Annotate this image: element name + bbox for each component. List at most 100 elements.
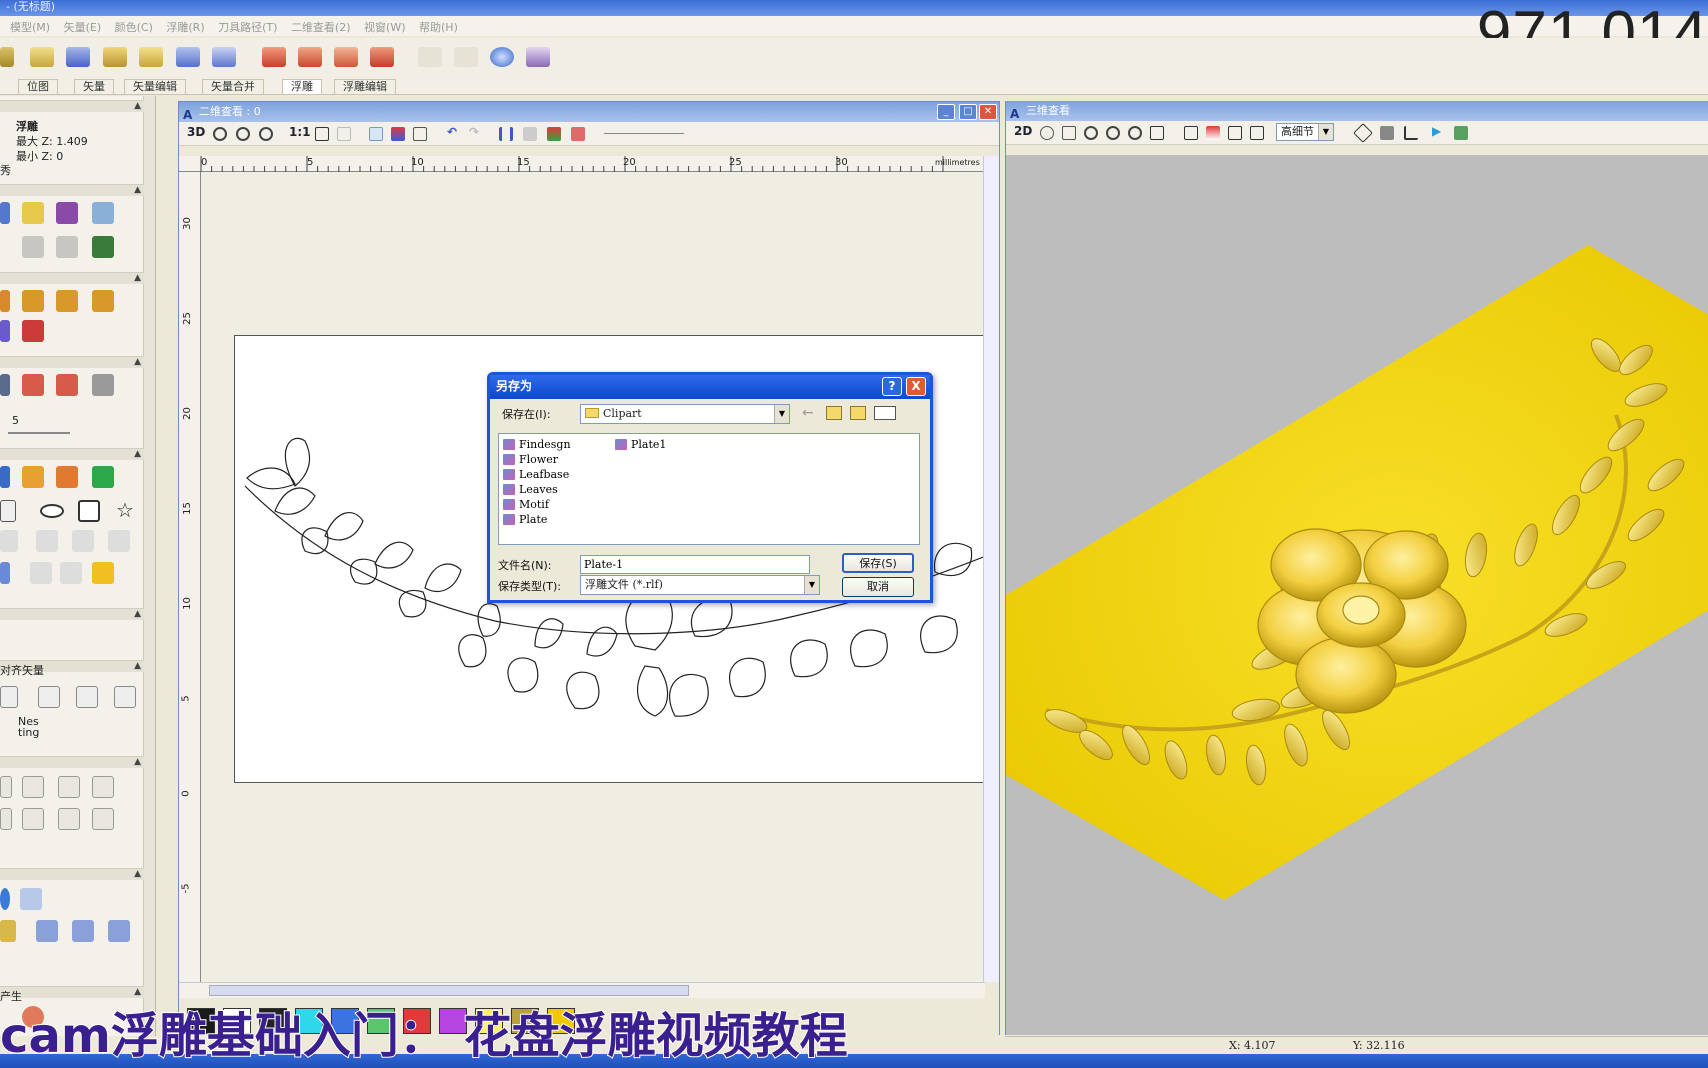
filetype-select[interactable]: 浮雕文件 (*.rlf) ▼ — [580, 575, 820, 595]
extrude-icon[interactable] — [139, 47, 163, 67]
align-center-icon[interactable] — [38, 686, 60, 708]
file-item[interactable]: Motif — [503, 498, 549, 511]
nesting-label[interactable]: Nes ting — [18, 716, 39, 738]
fit-icon[interactable] — [1150, 126, 1164, 140]
shape-op-icon[interactable] — [0, 808, 12, 830]
zoom-in-icon[interactable] — [213, 127, 227, 141]
help-button[interactable]: ? — [882, 377, 902, 396]
bitmap-icon[interactable] — [92, 202, 114, 224]
fit-page-icon[interactable] — [315, 127, 329, 141]
bevel-icon[interactable] — [30, 47, 54, 67]
up-folder-icon[interactable] — [826, 406, 842, 420]
pen-icon[interactable] — [22, 374, 44, 396]
file-item[interactable]: Plate1 — [615, 438, 666, 451]
relief-op-icon[interactable] — [22, 290, 44, 312]
zoom-window-icon[interactable] — [259, 127, 273, 141]
toolpath-icon[interactable] — [0, 888, 10, 910]
zoom-window-icon[interactable] — [1128, 126, 1142, 140]
shape-op-icon[interactable] — [92, 808, 114, 830]
curve-icon[interactable] — [36, 530, 58, 552]
relief-clipart-icon[interactable] — [526, 47, 550, 67]
shape-op-icon[interactable] — [58, 808, 80, 830]
add-node-icon[interactable] — [92, 466, 114, 488]
menu-model[interactable]: 模型(M) — [10, 19, 50, 35]
simulate-icon[interactable] — [1454, 126, 1468, 140]
curve-icon[interactable] — [72, 530, 94, 552]
shape-op-icon[interactable] — [22, 776, 44, 798]
close-button[interactable]: ✕ — [979, 104, 997, 120]
face-icon[interactable] — [56, 202, 78, 224]
shape-op-icon[interactable] — [92, 776, 114, 798]
paste-icon[interactable] — [56, 236, 78, 258]
save-button[interactable]: 保存(S) — [842, 553, 914, 573]
relief-op-icon[interactable] — [0, 320, 10, 342]
plane-icon[interactable] — [66, 47, 90, 67]
text-tool-icon[interactable] — [56, 466, 78, 488]
file-item[interactable]: Findesgn — [503, 438, 571, 451]
cancel-button[interactable]: 取消 — [842, 577, 914, 597]
maximize-button[interactable]: □ — [959, 104, 977, 120]
dialog-close-button[interactable]: X — [906, 377, 926, 396]
menu-relief[interactable]: 浮雕(R) — [166, 19, 204, 35]
switch-2d-button[interactable]: 2D — [1014, 124, 1032, 138]
transform-icon[interactable] — [0, 466, 10, 488]
save-in-select[interactable]: Clipart ▼ — [580, 404, 790, 424]
rotate-icon[interactable] — [1040, 126, 1054, 140]
menu-window[interactable]: 视窗(W) — [364, 19, 405, 35]
toolpath-icon[interactable] — [36, 920, 58, 942]
view-menu-icon[interactable] — [874, 406, 896, 420]
file-item[interactable]: Leafbase — [503, 468, 569, 481]
texture-icon[interactable] — [334, 47, 358, 67]
guideline-icon[interactable] — [547, 127, 561, 141]
section-header[interactable]: ▲ — [0, 100, 144, 112]
file-item[interactable]: Leaves — [503, 483, 558, 496]
toolpath-icon[interactable] — [72, 920, 94, 942]
scroll-thumb[interactable] — [209, 985, 689, 996]
vertical-scrollbar[interactable] — [983, 156, 999, 982]
back-icon[interactable]: ← — [802, 405, 814, 421]
curve-icon[interactable] — [108, 530, 130, 552]
tab-vector-merge[interactable]: 矢量合并 — [202, 79, 264, 94]
star-icon[interactable]: ☆ — [116, 498, 134, 522]
tab-bitmap[interactable]: 位图 — [18, 79, 58, 94]
section-header[interactable]: ▲ — [0, 608, 144, 620]
menu-help[interactable]: 帮助(H) — [419, 19, 458, 35]
eraser-icon[interactable] — [56, 374, 78, 396]
tab-relief[interactable]: 浮雕 — [282, 79, 322, 94]
globe-icon[interactable] — [490, 47, 514, 67]
tab-relief-edit[interactable]: 浮雕编辑 — [334, 79, 396, 94]
image-icon[interactable] — [22, 202, 44, 224]
minimize-button[interactable]: _ — [937, 104, 955, 120]
menu-color[interactable]: 颜色(C) — [115, 19, 153, 35]
section-header[interactable]: ▲ — [0, 272, 144, 284]
fill-icon[interactable] — [92, 374, 114, 396]
text-grid-icon[interactable] — [92, 236, 114, 258]
spin-icon[interactable] — [176, 47, 200, 67]
grid-icon[interactable] — [499, 127, 513, 141]
sculpt-icon[interactable] — [298, 47, 322, 67]
vector-op-icon[interactable] — [30, 562, 52, 584]
shade-icon[interactable] — [1353, 123, 1373, 143]
smooth-icon[interactable] — [262, 47, 286, 67]
switch-3d-button[interactable]: 3D — [187, 125, 205, 139]
tool-icon[interactable] — [571, 127, 585, 141]
transform-icon[interactable] — [22, 466, 44, 488]
relief-tool-icon[interactable] — [0, 47, 14, 67]
section-header[interactable]: ▲ — [0, 448, 144, 460]
vector-layer-icon[interactable] — [413, 127, 427, 141]
shape-op-icon[interactable] — [22, 808, 44, 830]
pan-icon[interactable] — [1062, 126, 1076, 140]
detail-level-select[interactable]: 高细节 ▼ — [1276, 123, 1334, 141]
turn-icon[interactable] — [212, 47, 236, 67]
tab-vector[interactable]: 矢量 — [74, 79, 114, 94]
polyline-icon[interactable] — [0, 500, 16, 522]
view-side-icon[interactable] — [1250, 126, 1264, 140]
tab-vector-edit[interactable]: 矢量编辑 — [124, 79, 186, 94]
axis-icon[interactable] — [1404, 126, 1418, 140]
menu-2d-view[interactable]: 二维查看(2) — [291, 19, 351, 35]
wireframe-icon[interactable] — [1380, 126, 1394, 140]
snap-icon[interactable] — [523, 127, 537, 141]
new-folder-icon[interactable] — [850, 406, 866, 420]
zoom-1to1-button[interactable]: 1:1 — [289, 125, 311, 139]
polygon-icon[interactable] — [78, 500, 100, 522]
